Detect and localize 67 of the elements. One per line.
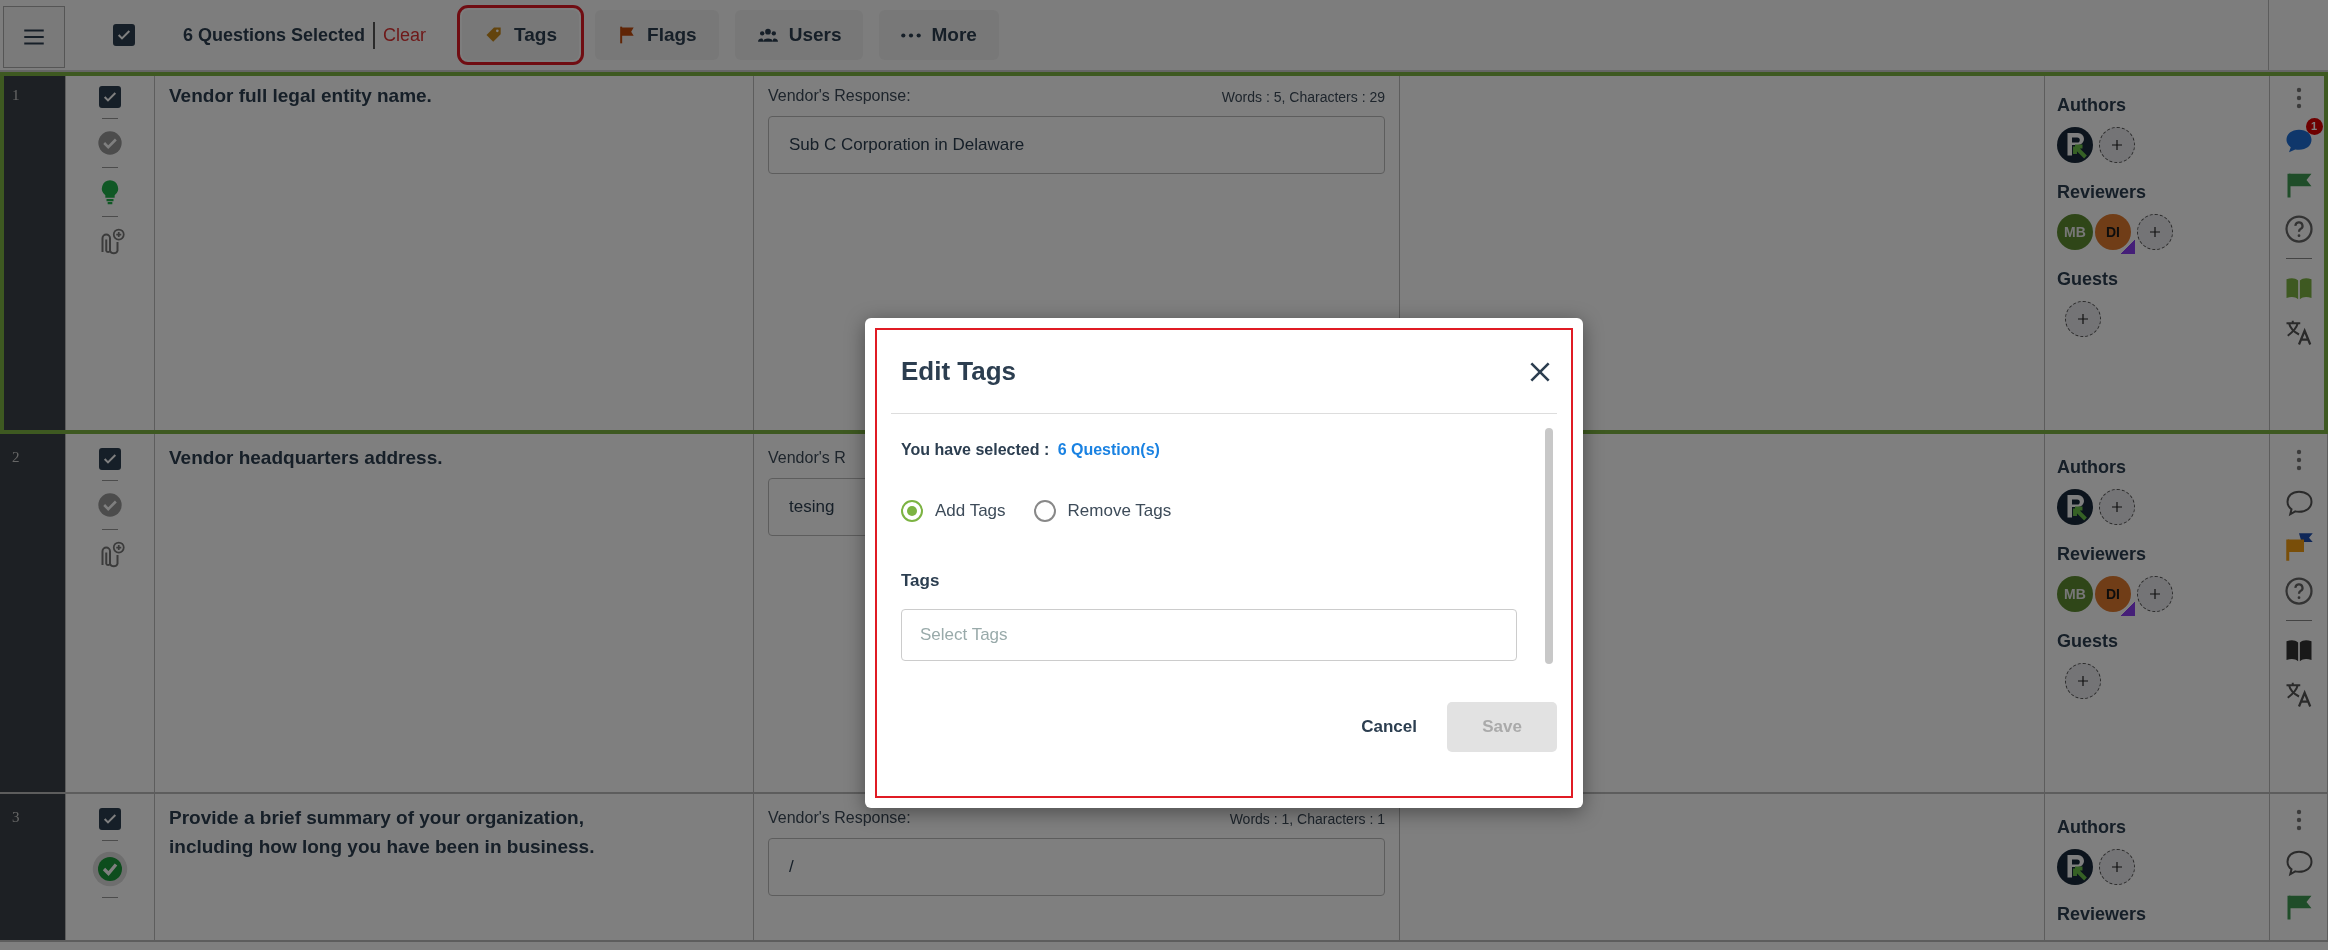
row-checkbox[interactable] [99,448,121,470]
response-label: Vendor's Response: [768,808,911,828]
question-text: Vendor full legal entity name. [168,84,433,108]
plus-icon [2111,861,2123,873]
add-person-button[interactable] [2065,663,2101,699]
flag-button[interactable]: Flags [595,10,719,60]
add-person-button[interactable] [2099,127,2135,163]
users-button[interactable]: Users [734,10,864,60]
response-label: Vendor's Response: [768,86,911,106]
role-label: Authors [2057,456,2127,479]
plus-icon [2077,675,2089,687]
role-label: Guests [2057,630,2120,653]
flags-icon[interactable] [2283,532,2314,562]
select-all-checkbox[interactable] [113,24,135,46]
role-label: Reviewers [2057,181,2148,204]
add-person-button[interactable] [2065,301,2101,337]
row-checkbox[interactable] [99,808,121,830]
check-circle-icon[interactable] [96,491,124,519]
question-text: Vendor headquarters address. [168,446,444,470]
more-button[interactable]: More [879,10,999,60]
plus-icon [2077,313,2089,325]
word-count: Words : 1, Characters : 1 [1229,810,1385,829]
add-person-button[interactable] [2137,214,2173,250]
word-count: Words : 5, Characters : 29 [1221,88,1385,107]
role-label: Authors [2057,816,2127,839]
more-icon [901,32,922,38]
selected-label: You have selected : [901,441,1050,458]
tags-label: Tags [901,569,941,592]
questions-link[interactable]: 6 Question(s) [1057,441,1160,458]
avatar[interactable]: MB [2057,576,2093,612]
avatar[interactable]: MB [2057,214,2093,250]
scrollbar[interactable] [1545,428,1553,664]
plus-icon [2149,588,2161,600]
plus-icon [2111,501,2123,513]
avatar-icon [2057,127,2093,163]
selection-count: 6 Questions Selected [183,23,366,47]
add-person-button[interactable] [2137,576,2173,612]
row-checkbox[interactable] [99,86,121,108]
response-field[interactable]: Sub C Corporation in Delaware [768,116,1385,174]
menu-button[interactable] [3,6,65,68]
radio-option[interactable]: Add Tags [901,498,1006,524]
add-person-button[interactable] [2099,489,2135,525]
role-label: Reviewers [2057,903,2148,926]
check-circle-icon[interactable] [96,129,124,157]
radio-option[interactable]: Remove Tags [1033,498,1172,524]
plus-icon [2111,139,2123,151]
tags-input[interactable]: Select Tags [901,609,1517,661]
response-field[interactable]: / [768,838,1385,896]
role-label: Reviewers [2057,543,2148,566]
plus-icon [2149,226,2161,238]
response-label: Vendor's R [768,448,846,468]
row-number: 2 [12,449,20,465]
clear-link[interactable]: Clear [373,21,427,49]
question-text: Provide a brief summary of your organization, including how long you have been in business. [168,806,596,859]
row-number: 3 [12,809,20,825]
role-label: Authors [2057,94,2127,117]
help-icon[interactable] [2283,576,2314,606]
cancel-button[interactable]: Cancel [1355,713,1423,741]
check-circle-icon[interactable] [92,851,128,887]
dialog-title: Edit Tags [901,355,1017,388]
add-person-button[interactable] [2099,849,2135,885]
avatar-icon [2057,849,2093,885]
row-number: 1 [12,87,20,103]
comment-count: 1 [2305,118,2323,135]
help-icon[interactable] [2283,214,2314,244]
avatar-icon [2057,489,2093,525]
role-label: Guests [2057,268,2120,291]
